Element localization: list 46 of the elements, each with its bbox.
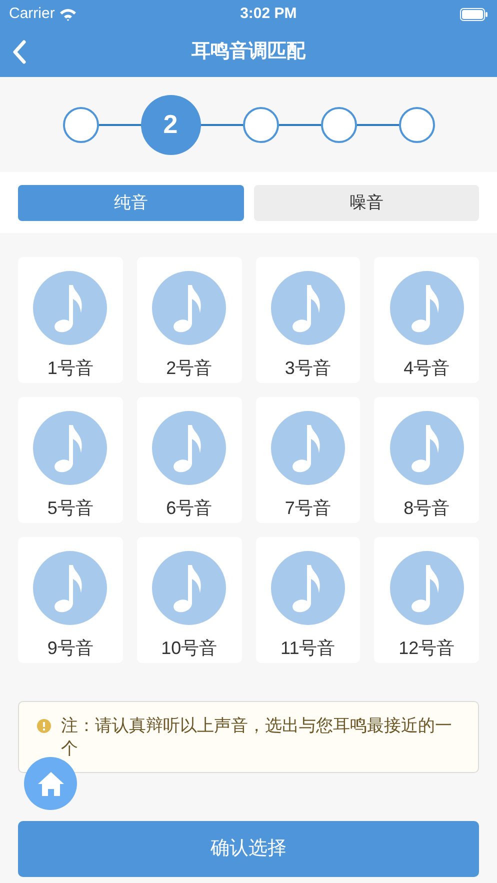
sound-card[interactable]: 1号音 (18, 257, 123, 383)
sound-label: 11号音 (280, 637, 336, 660)
sound-card[interactable]: 9号音 (18, 537, 123, 663)
time-label: 3:02 PM (240, 4, 297, 24)
sound-label: 1号音 (47, 357, 94, 380)
sound-label: 7号音 (284, 497, 331, 520)
sound-card[interactable]: 5号音 (18, 397, 123, 523)
music-note-icon (33, 551, 108, 625)
sound-card[interactable]: 7号音 (256, 397, 360, 523)
music-note-icon (33, 411, 108, 485)
sound-card[interactable]: 12号音 (374, 537, 479, 663)
music-note-icon (390, 411, 464, 485)
sound-label: 4号音 (404, 357, 450, 380)
music-note-icon (390, 551, 464, 625)
battery-icon (460, 8, 488, 20)
sound-label: 5号音 (47, 497, 94, 520)
sound-label: 8号音 (404, 497, 450, 520)
sound-card[interactable]: 4号音 (374, 257, 479, 383)
sound-label: 2号音 (166, 357, 212, 380)
sound-label: 3号音 (284, 357, 331, 380)
house-icon (36, 770, 64, 796)
sound-card[interactable]: 11号音 (256, 537, 360, 663)
sound-label: 6号音 (166, 497, 212, 520)
tab[interactable]: 噪音 (254, 184, 479, 220)
music-note-icon (152, 551, 226, 625)
sound-card[interactable]: 6号音 (136, 397, 242, 523)
sound-label: 10号音 (161, 637, 218, 660)
music-note-icon (270, 271, 345, 345)
music-note-icon (270, 411, 345, 485)
wifi-icon (58, 8, 77, 20)
carrier-label: Carrier (9, 4, 55, 24)
music-note-icon (152, 411, 226, 485)
music-note-icon (390, 271, 464, 345)
sound-label: 9号音 (47, 637, 94, 660)
info-icon (37, 719, 51, 733)
music-note-icon (270, 551, 345, 625)
page-title: 耳鸣音调匹配 (192, 40, 306, 64)
sound-card[interactable]: 10号音 (136, 537, 242, 663)
note-text: 注：请认真辩听以上声音，选出与您耳鸣最接近的一个 (61, 715, 453, 760)
music-note-icon (152, 271, 226, 345)
sound-card[interactable]: 8号音 (374, 397, 479, 523)
sound-label: 12号音 (398, 637, 455, 660)
sound-card[interactable]: 2号音 (136, 257, 242, 383)
music-note-icon (33, 271, 108, 345)
chevron-left-icon (12, 40, 26, 64)
sound-card[interactable]: 3号音 (256, 257, 360, 383)
